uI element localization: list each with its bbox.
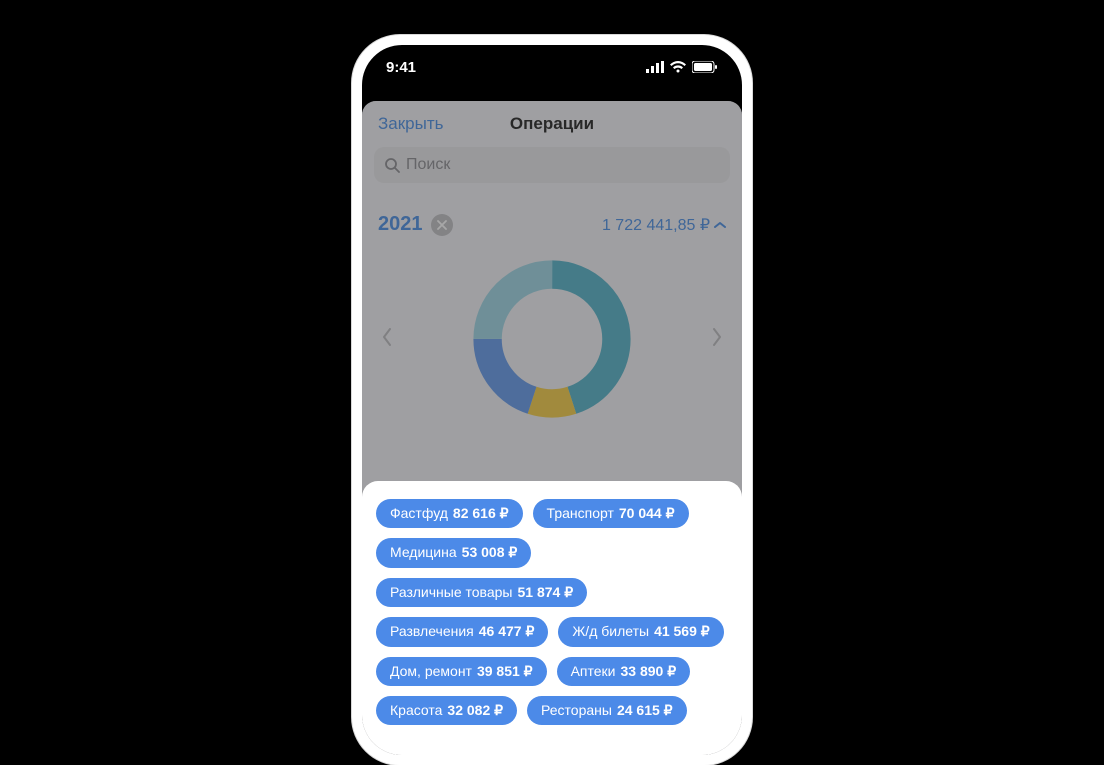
spending-donut-chart [467, 254, 637, 424]
search-icon [384, 157, 400, 173]
nav-header: Закрыть Операции [362, 101, 742, 147]
phone-frame: 9:41 Закрыть Операции Поиск [352, 35, 752, 765]
category-chip-amount: 39 851 ₽ [477, 664, 533, 679]
search-input[interactable]: Поиск [374, 147, 730, 183]
battery-icon [692, 61, 718, 73]
cellular-icon [646, 61, 664, 73]
clear-year-button[interactable] [431, 214, 453, 236]
category-chip-list: Фастфуд 82 616 ₽ Транспорт 70 044 ₽ Медицина… [376, 499, 728, 725]
search-placeholder: Поиск [406, 156, 450, 174]
status-bar: 9:41 [362, 45, 742, 89]
wifi-icon [670, 61, 686, 73]
category-chip[interactable]: Развлечения 46 477 ₽ [376, 617, 548, 646]
total-amount[interactable]: 1 722 441,85 ₽ [602, 215, 726, 235]
next-period-button[interactable] [708, 322, 726, 356]
page-title: Операции [510, 114, 594, 134]
categories-sheet[interactable]: Фастфуд 82 616 ₽ Транспорт 70 044 ₽ Медицина… [362, 481, 742, 755]
category-chip-amount: 46 477 ₽ [479, 624, 535, 639]
donut-row [378, 254, 726, 424]
category-chip-amount: 53 008 ₽ [462, 545, 518, 560]
status-icons [646, 61, 718, 73]
category-chip-amount: 70 044 ₽ [619, 506, 675, 521]
close-icon [437, 220, 447, 230]
category-chip-amount: 41 569 ₽ [654, 624, 710, 639]
category-chip-name: Фастфуд [390, 506, 448, 521]
category-chip[interactable]: Транспорт 70 044 ₽ [533, 499, 689, 528]
total-amount-value: 1 722 441,85 ₽ [602, 215, 710, 235]
category-chip-name: Различные товары [390, 585, 512, 600]
category-chip-name: Транспорт [547, 506, 614, 521]
close-button[interactable]: Закрыть [378, 114, 443, 134]
category-chip-amount: 24 615 ₽ [617, 703, 673, 718]
app-area: Закрыть Операции Поиск 2021 [362, 101, 742, 755]
category-chip-name: Рестораны [541, 703, 612, 718]
category-chip-amount: 33 890 ₽ [621, 664, 677, 679]
donut-segment [488, 275, 617, 404]
chevron-up-icon [714, 221, 726, 229]
category-chip-amount: 32 082 ₽ [447, 703, 503, 718]
prev-period-button[interactable] [378, 322, 396, 356]
category-chip-name: Красота [390, 703, 442, 718]
phone-screen: 9:41 Закрыть Операции Поиск [362, 45, 742, 755]
category-chip-name: Ж/д билеты [572, 624, 649, 639]
category-chip[interactable]: Аптеки 33 890 ₽ [557, 657, 691, 686]
category-chip[interactable]: Различные товары 51 874 ₽ [376, 578, 587, 607]
category-chip[interactable]: Рестораны 24 615 ₽ [527, 696, 687, 725]
year-summary-row: 2021 1 722 441,85 ₽ [378, 213, 726, 236]
chevron-left-icon [382, 328, 392, 346]
category-chip-name: Аптеки [571, 664, 616, 679]
category-chip-amount: 82 616 ₽ [453, 506, 509, 521]
year-label[interactable]: 2021 [378, 213, 423, 236]
category-chip[interactable]: Ж/д билеты 41 569 ₽ [558, 617, 723, 646]
category-chip[interactable]: Дом, ремонт 39 851 ₽ [376, 657, 547, 686]
category-chip-amount: 51 874 ₽ [517, 585, 573, 600]
category-chip-name: Медицина [390, 545, 457, 560]
status-time: 9:41 [386, 59, 416, 76]
category-chip[interactable]: Красота 32 082 ₽ [376, 696, 517, 725]
category-chip-name: Развлечения [390, 624, 474, 639]
category-chip[interactable]: Фастфуд 82 616 ₽ [376, 499, 523, 528]
chevron-right-icon [712, 328, 722, 346]
category-chip[interactable]: Медицина 53 008 ₽ [376, 538, 531, 567]
category-chip-name: Дом, ремонт [390, 664, 472, 679]
